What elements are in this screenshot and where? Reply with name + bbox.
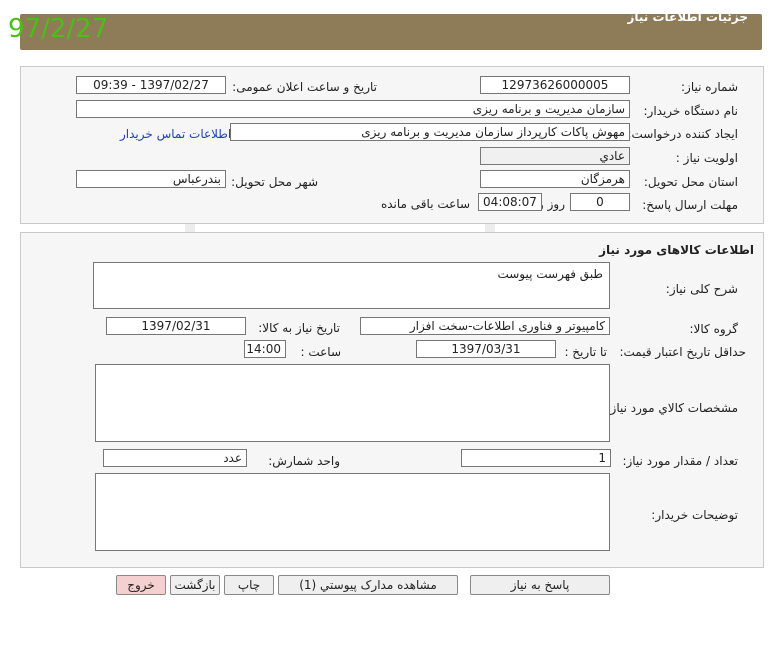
buyer-contact-link[interactable]: اطلاعات تماس خریدار — [120, 127, 231, 141]
time-remaining-field: 04:08:07 — [478, 193, 542, 211]
unit-label: واحد شمارش: — [268, 454, 340, 468]
response-deadline-label: مهلت ارسال پاسخ: — [642, 198, 738, 212]
goods-specs-textarea — [95, 364, 610, 442]
delivery-province-label: استان محل تحویل: — [643, 175, 738, 189]
general-description-label: شرح کلی نیاز: — [665, 282, 738, 296]
goods-group-label: گروه کالا: — [689, 322, 739, 336]
until-date-label: تا تاریخ : — [564, 345, 607, 359]
min-price-validity-label: حداقل تاریخ اعتبار قیمت: — [619, 345, 746, 359]
date-stamp: 97/2/27 — [8, 14, 109, 44]
until-date-field: 1397/03/31 — [416, 340, 556, 358]
buyer-org-label: نام دستگاه خریدار: — [643, 104, 739, 118]
buyer-org-field: سازمان مدیریت و برنامه ریزی — [76, 100, 630, 118]
quantity-label: تعداد / مقدار مورد نیاز: — [622, 454, 738, 468]
request-creator-field: مهوش پاکات کارپرداز سازمان مدیریت و برنا… — [230, 123, 630, 141]
announce-datetime-label: تاریخ و ساعت اعلان عمومی: — [232, 80, 377, 94]
validity-time-field: 14:00 — [244, 340, 286, 358]
delivery-province-field: هرمزگان — [480, 170, 630, 188]
priority-label: اولویت نیاز : — [675, 151, 738, 165]
buyer-notes-textarea — [95, 473, 610, 551]
priority-field: عادي — [480, 147, 630, 165]
delivery-city-field: بندرعباس — [76, 170, 226, 188]
print-button[interactable]: چاپ — [224, 575, 274, 595]
goods-specs-label: مشخصات کالاي مورد نیاز: — [606, 401, 738, 415]
exit-button[interactable]: خروج — [116, 575, 166, 595]
general-description-text: طبق فهرست پیوست — [497, 267, 603, 281]
reply-to-need-button[interactable]: پاسخ به نیاز — [470, 575, 610, 595]
time-remaining-suffix-label: ساعت باقی مانده — [380, 197, 470, 211]
goods-section-title: اطلاعات کالاهای مورد نیاز — [599, 243, 754, 257]
general-description-textarea: طبق فهرست پیوست — [93, 262, 610, 309]
page-title: جزئیات اطلاعات نیاز — [627, 10, 748, 24]
need-date-label: تاریخ نیاز به کالا: — [258, 321, 340, 335]
validity-time-label: ساعت : — [300, 345, 341, 359]
need-date-field: 1397/02/31 — [106, 317, 246, 335]
days-remaining-field: 0 — [570, 193, 630, 211]
days-suffix-label: روز و — [538, 197, 565, 211]
quantity-field: 1 — [461, 449, 611, 467]
announce-datetime-field: 1397/02/27 - 09:39 — [76, 76, 226, 94]
buyer-notes-label: توضیحات خریدار: — [651, 508, 738, 522]
goods-group-field: کامپیوتر و فناوری اطلاعات-سخت افزار — [360, 317, 610, 335]
view-attachments-button[interactable]: مشاهده مدارک پیوستي (1) — [278, 575, 458, 595]
unit-field: عدد — [103, 449, 247, 467]
back-button[interactable]: بازگشت — [170, 575, 220, 595]
request-creator-label: ایجاد کننده درخواست: — [627, 127, 738, 141]
delivery-city-label: شهر محل تحویل: — [231, 175, 318, 189]
need-number-field: 12973626000005 — [480, 76, 630, 94]
need-number-label: شماره نیاز: — [681, 80, 738, 94]
